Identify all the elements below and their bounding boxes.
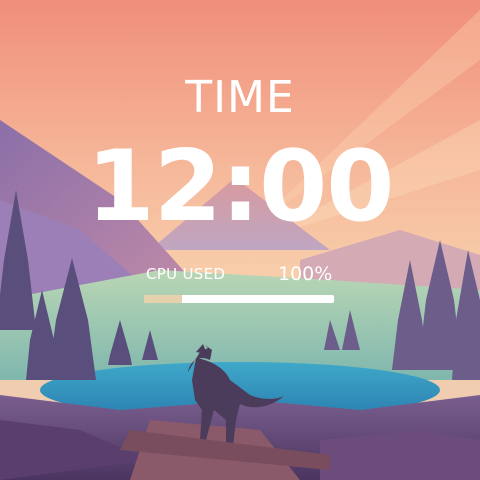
cpu-used-value: 100% (278, 263, 333, 285)
cpu-progress-fill (144, 295, 182, 303)
clock-time: 12:00 (86, 130, 395, 244)
cpu-progress-bar (144, 295, 334, 303)
cpu-used-label: CPU USED (146, 265, 226, 283)
widget-title: TIME (185, 72, 295, 123)
clock-widget: TIME 12:00 CPU USED 100% (0, 0, 480, 480)
